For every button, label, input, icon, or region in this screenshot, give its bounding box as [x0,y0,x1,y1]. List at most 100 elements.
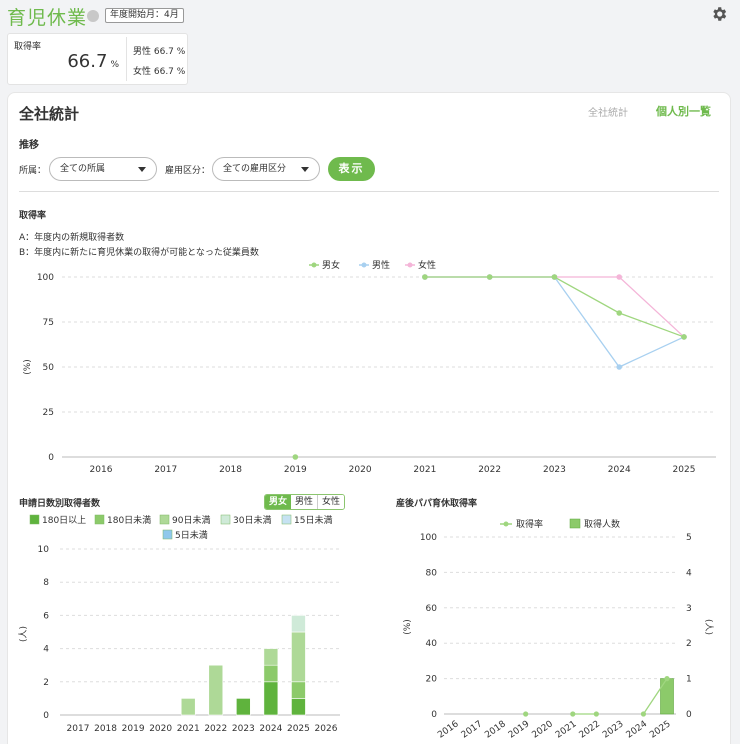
days-y-tick: 4 [43,645,49,655]
rate-line-chart: 0 25 50 75 100 (%) 2016 2017 2018 2019 2020 2021 202… [23,259,716,475]
papa-rate-point [593,711,599,717]
days-legend-swatch [159,514,170,525]
papa-legend-swatch [569,518,581,529]
days-x-tick: 2026 [315,724,338,734]
rate-point [292,454,299,460]
rate-x-tick: 2017 [154,465,177,475]
days-bar-segment [291,631,306,683]
tab-company-stats[interactable]: 全社統計 [588,104,628,119]
papa-legend-marker [503,521,509,527]
emp-filter-label: 雇用区分： [165,166,211,176]
papa-y2-tick: 1 [686,675,692,685]
papa-x-tick: 2016 [436,719,461,740]
days-x-tick: 2022 [204,724,227,734]
rate-y-tick: 0 [48,453,54,463]
days-legend-swatch [220,514,231,525]
days-x-tick: 2021 [177,724,200,734]
summary-value: 66.7% [67,51,119,72]
toggle-male[interactable]: 男性 [291,495,318,509]
days-x-tick: 2020 [149,724,172,734]
rate-point [616,364,623,370]
emp-select[interactable]: 全ての雇用区分 [212,157,320,181]
dept-select-value: 全ての所属 [60,164,106,174]
rate-point [616,274,623,280]
rate-note-a: A：年度内の新規取得者数 [19,233,125,243]
papa-y-tick: 100 [420,533,437,543]
days-legend-label: 15日未満 [294,514,332,526]
days-legend-swatch [162,529,173,540]
days-x-tick: 2024 [259,724,282,734]
rate-point [616,310,623,316]
divider [19,191,719,192]
papa-y-tick: 0 [431,710,437,720]
papa-x-tick: 2025 [648,719,672,740]
days-x-tick: 2023 [232,724,255,734]
rate-x-tick: 2016 [90,465,113,475]
summary-card: 取得率 66.7% 男性 66.7 % 女性 66.7 % [7,33,188,85]
papa-y2-tick: 5 [686,533,692,543]
rate-point [681,334,687,340]
page-title: 育児休業 [7,7,88,29]
toggle-female[interactable]: 女性 [317,495,345,509]
papa-combo-chart: 取得率 取得人数020406080100012345(%) (人)2016 2017 2… [403,518,714,741]
days-y-tick: 2 [43,678,49,688]
summary-divider [126,37,127,81]
section-title: 推移 [19,140,39,151]
days-bar-segment [291,615,306,633]
tab-individual-list[interactable]: 個人別一覧 [656,103,711,119]
rate-y-tick: 75 [43,318,54,328]
papa-x-tick: 2023 [601,719,625,740]
days-y-tick: 8 [43,578,49,588]
summary-male: 男性 66.7 % [133,47,186,57]
papa-legend-label: 取得率 [516,518,543,530]
gear-icon[interactable] [710,5,728,23]
papa-legend-label: 取得人数 [584,518,620,530]
dept-select[interactable]: 全ての所属 [49,157,157,181]
rate-y-tick: 25 [43,408,54,418]
days-bar-chart: 180日以上 180日未満 90日未満 30日未満 15日未満 5日未満 0 2 4 6 8 10 (人… [18,514,340,734]
days-legend-label: 180日以上 [42,515,86,526]
papa-y-tick: 20 [426,675,438,685]
days-chart-title: 申請日数別取得者数 [19,499,101,509]
days-x-tick: 2025 [287,724,310,734]
days-bar-segment [180,698,196,716]
rate-x-tick: 2018 [219,465,242,475]
papa-x-tick: 2021 [554,719,578,740]
fiscal-year-badge: 年度開始月：4月 [105,8,184,23]
papa-y-tick: 60 [426,604,438,614]
papa-y2-tick: 3 [686,604,692,614]
days-legend-label: 5日未満 [175,529,208,541]
days-legend-label: 180日未満 [107,514,151,526]
days-legend-swatch [29,514,40,525]
rate-series-line [424,276,685,338]
toggle-all[interactable]: 男女 [265,495,292,509]
rate-x-tick: 2021 [413,465,436,475]
papa-y2-label: (人) [703,619,714,635]
rate-legend-marker [361,262,367,268]
days-bar-segment [263,681,279,716]
rate-legend-label: 女性 [418,259,436,271]
info-icon[interactable] [87,10,99,22]
gender-toggle: 男女 男性 女性 [264,494,346,510]
rate-x-tick: 2020 [349,465,372,475]
rate-point [551,274,558,280]
papa-x-tick: 2022 [578,719,602,740]
rate-x-tick: 2025 [673,465,696,475]
days-legend-swatch [281,514,292,525]
dept-filter-label: 所属： [19,166,47,176]
papa-y-label: (%) [403,619,413,635]
emp-select-value: 全ての雇用区分 [223,164,287,174]
papa-rate-point [640,711,647,717]
rate-legend-marker [311,262,317,268]
rate-x-tick: 2024 [608,465,631,475]
days-legend-swatch [94,514,105,525]
days-y-tick: 10 [38,545,50,555]
rate-y-label: (%) [23,359,33,375]
papa-bar [660,678,674,715]
show-button[interactable]: 表示 [328,157,375,181]
papa-chart-title: 産後パパ育休取得率 [396,499,478,509]
rate-series-line [424,276,685,338]
papa-rate-point [664,676,670,682]
papa-y-tick: 40 [426,639,438,649]
days-y-tick: 0 [43,711,49,721]
